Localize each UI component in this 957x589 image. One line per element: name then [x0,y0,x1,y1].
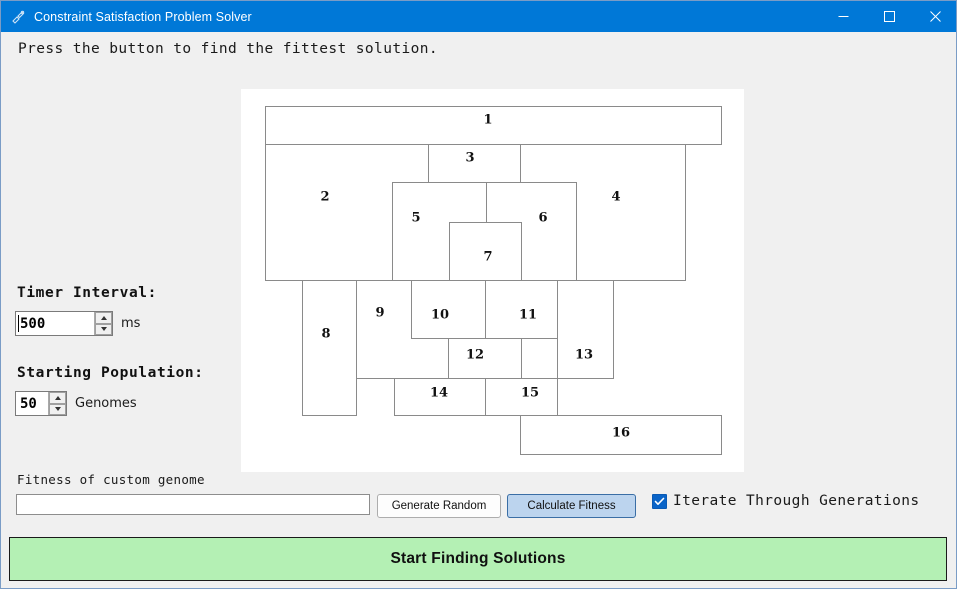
packing-rectangle-label-14: 14 [430,386,448,401]
starting-population-stepper[interactable]: 50 [15,391,67,416]
starting-population-value[interactable]: 50 [16,392,48,415]
packing-rectangle-label-13: 13 [575,348,593,363]
timer-interval-unit: ms [121,316,141,331]
generate-random-button[interactable]: Generate Random [377,494,501,518]
packing-rectangle-label-6: 6 [538,211,547,226]
chevron-up-icon [100,315,107,320]
application-window: Constraint Satisfaction Problem Solver P… [0,0,957,589]
timer-interval-stepper[interactable]: 500 [15,311,113,336]
iterate-checkbox-label: Iterate Through Generations [673,493,920,509]
packing-rectangle-13 [557,280,614,379]
packing-rectangle-label-9: 9 [375,306,384,321]
packing-rectangle-label-5: 5 [411,211,420,226]
iterate-through-generations-row[interactable]: Iterate Through Generations [652,493,920,509]
window-controls [820,1,956,32]
calculate-fitness-button[interactable]: Calculate Fitness [507,494,636,518]
chevron-down-icon [54,407,61,412]
starting-population-up-button[interactable] [49,392,66,404]
solution-diagram-panel: 1 2 3 4 5 6 7 8 9 10 11 12 13 14 15 16 [241,89,744,472]
chevron-up-icon [54,395,61,400]
packing-rectangle-label-2: 2 [320,190,329,205]
fitness-of-custom-genome-label: Fitness of custom genome [17,472,205,487]
instruction-text: Press the button to find the fittest sol… [18,41,438,57]
packing-rectangle-label-12: 12 [466,348,484,363]
squared-rectangle-packing-diagram: 12345 6789 10 1112 1314 1516 [265,106,722,455]
packing-rectangle-8 [302,280,357,416]
packing-rectangle-label-8: 8 [321,327,330,342]
packing-rectangle-label-10: 10 [431,308,449,323]
window-title: Constraint Satisfaction Problem Solver [34,9,252,24]
starting-population-down-button[interactable] [49,403,66,415]
timer-interval-up-button[interactable] [95,312,112,324]
chevron-down-icon [100,327,107,332]
packing-rectangle-label-1: 1 [483,113,492,128]
client-area: Press the button to find the fittest sol… [1,32,956,588]
packing-rectangle-12 [448,338,522,379]
starting-population-unit: Genomes [75,396,137,411]
timer-interval-arrows [94,312,112,335]
text-caret [18,315,19,332]
maximize-button[interactable] [866,1,912,32]
app-puzzle-icon [10,9,26,25]
minimize-button[interactable] [820,1,866,32]
packing-rectangle-1 [265,106,722,145]
packing-rectangle-label-4: 4 [611,190,620,205]
close-button[interactable] [912,1,956,32]
title-bar: Constraint Satisfaction Problem Solver [1,1,956,32]
timer-interval-down-button[interactable] [95,323,112,335]
starting-population-arrows [48,392,66,415]
packing-rectangle-label-11: 11 [519,308,537,323]
start-finding-solutions-button[interactable]: Start Finding Solutions [9,537,947,581]
starting-population-label: Starting Population: [17,365,204,381]
checkmark-icon [654,497,665,505]
iterate-checkbox[interactable] [652,493,667,509]
packing-rectangle-label-15: 15 [521,386,539,401]
packing-rectangle-label-3: 3 [465,151,474,166]
timer-interval-label: Timer Interval: [17,285,157,301]
custom-genome-input[interactable] [16,494,370,515]
packing-rectangle-label-16: 16 [612,426,630,441]
packing-rectangle-label-7: 7 [483,250,492,265]
timer-interval-value[interactable]: 500 [16,312,94,335]
